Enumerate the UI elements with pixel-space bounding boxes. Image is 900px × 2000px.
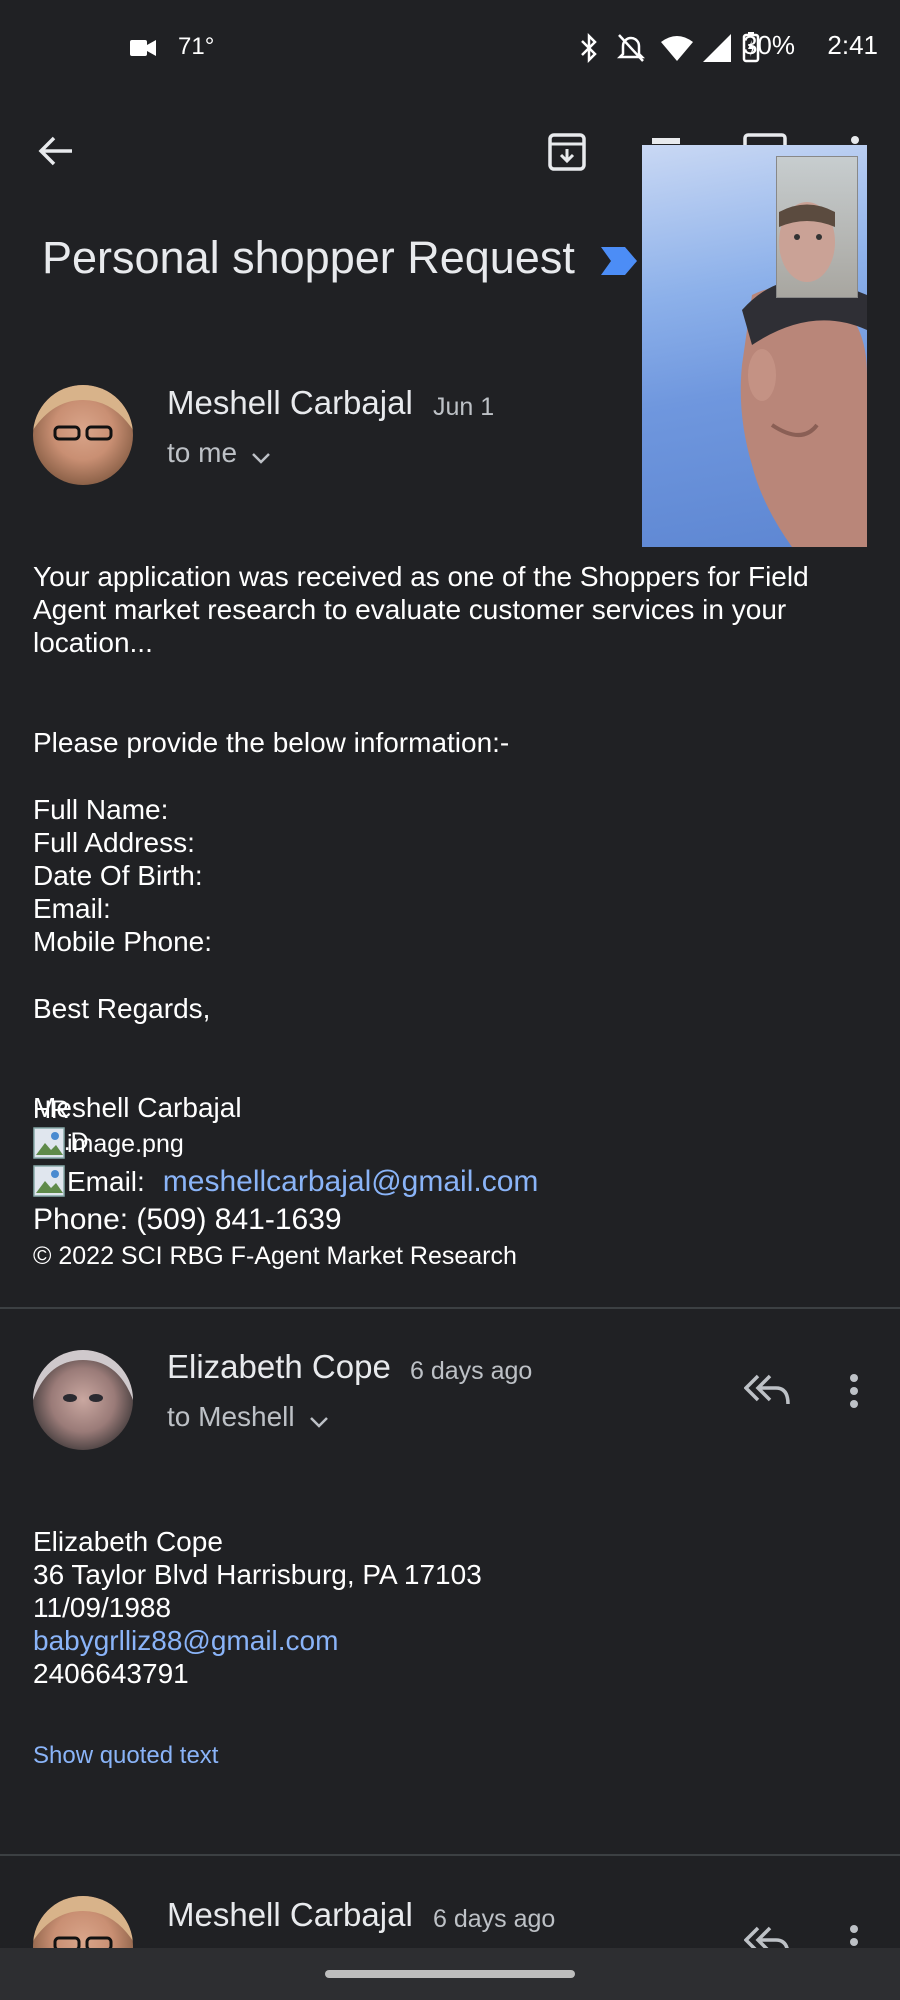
home-gesture-handle[interactable]	[325, 1970, 575, 1978]
field-mobile-phone: Mobile Phone:	[33, 926, 213, 957]
collapsed-message[interactable]: Meshell Carbajal 6 days ago	[0, 1856, 900, 1948]
importance-marker-icon[interactable]	[601, 247, 637, 275]
more-vert-icon[interactable]	[849, 1924, 859, 1948]
email-subject: Personal shopper Request	[42, 232, 575, 283]
broken-image-icon	[33, 1127, 65, 1159]
signature-email-label: Email:	[67, 1166, 145, 1197]
more-vert-icon[interactable]	[849, 1373, 859, 1409]
field-email: Email:	[33, 893, 111, 924]
field-full-name: Full Name:	[33, 794, 169, 825]
message-date: Jun 1	[433, 393, 495, 421]
bluetooth-icon	[581, 33, 597, 63]
reply-email-link[interactable]: babygrlliz88@gmail.com	[33, 1624, 338, 1657]
battery-percent: 30%	[742, 30, 795, 60]
notifications-off-icon	[616, 34, 646, 62]
chevron-down-icon	[252, 452, 271, 464]
signature-image-alt: image.png	[67, 1129, 184, 1158]
video-icon	[130, 40, 156, 56]
signature-image-row: image.png	[33, 1127, 184, 1161]
sender-avatar[interactable]	[33, 385, 133, 485]
wifi-icon	[661, 36, 693, 61]
show-quoted-text-button[interactable]: Show quoted text	[33, 1742, 218, 1770]
chevron-down-icon	[310, 1416, 328, 1428]
reply-line-address: 36 Taylor Blvd Harrisburg, PA 17103	[33, 1559, 482, 1590]
self-view-thumbnail[interactable]	[776, 156, 858, 298]
recipients-label: to Meshell	[167, 1401, 295, 1432]
reply-all-icon[interactable]	[744, 1924, 790, 1948]
reply-line-phone: 2406643791	[33, 1658, 189, 1689]
reply-line-dob: 11/09/1988	[33, 1592, 172, 1623]
message-body-request: Please provide the below information:-	[33, 727, 510, 758]
recipients-toggle[interactable]: to me	[167, 437, 271, 469]
sender-name: Meshell Carbajal	[167, 1896, 413, 1933]
field-full-address: Full Address:	[33, 827, 195, 858]
signature-email-link[interactable]: meshellcarbajal@gmail.com	[163, 1165, 539, 1199]
clock: 2:41	[827, 30, 878, 60]
signature-title: HR	[33, 1096, 70, 1124]
signature-phone: Phone: (509) 841-1639	[33, 1203, 342, 1236]
arrow-back-icon[interactable]	[38, 135, 74, 167]
closing-text: Best Regards,	[33, 993, 211, 1024]
status-bar: 71° 30% 2:41	[0, 0, 900, 95]
reply-all-icon[interactable]	[744, 1372, 790, 1408]
reply-line-name: Elizabeth Cope	[33, 1526, 223, 1557]
recipients-label: to me	[167, 437, 238, 468]
temperature: 71°	[178, 33, 215, 60]
signal-icon	[703, 34, 731, 62]
self-view-image	[779, 202, 835, 282]
signature-email-row: Email: meshellcarbajal@gmail.com	[33, 1163, 538, 1201]
recipients-toggle[interactable]: to Meshell	[167, 1401, 329, 1433]
message-date: 6 days ago	[433, 1905, 556, 1933]
broken-image-icon	[33, 1165, 65, 1197]
sender-name: Meshell Carbajal	[167, 384, 413, 421]
signature-copyright: © 2022 SCI RBG F-Agent Market Research	[33, 1242, 517, 1270]
sender-avatar[interactable]	[33, 1896, 133, 1948]
archive-icon[interactable]	[547, 132, 587, 172]
sender-avatar[interactable]	[33, 1350, 133, 1450]
sender-name: Elizabeth Cope	[167, 1348, 391, 1385]
message-date: 6 days ago	[410, 1357, 533, 1385]
message-divider	[0, 1307, 900, 1309]
message-body-intro: Your application was received as one of …	[33, 561, 809, 658]
field-date-of-birth: Date Of Birth:	[33, 860, 203, 891]
